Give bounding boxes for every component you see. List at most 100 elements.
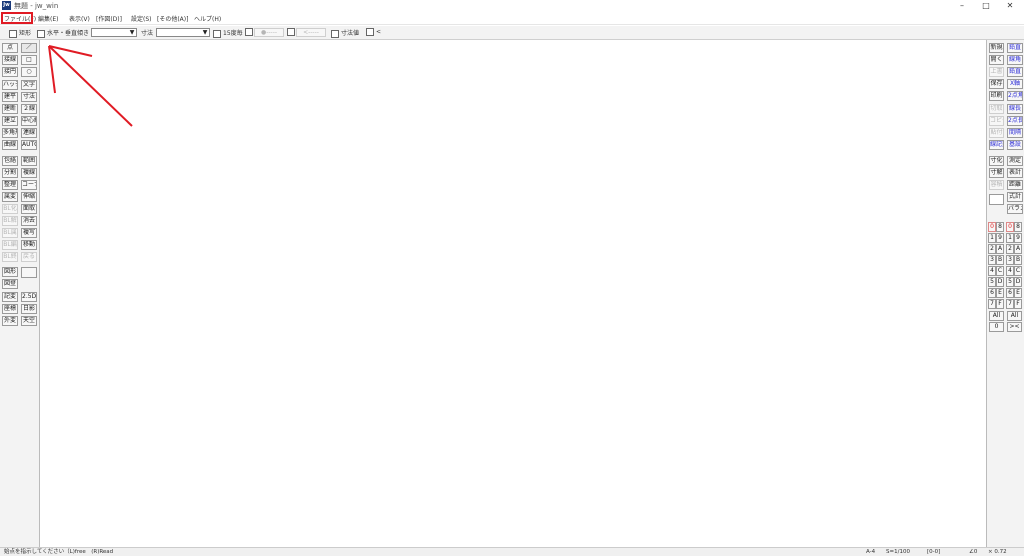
- layer-5[interactable]: 5: [1006, 277, 1014, 287]
- layer-group-1[interactable]: 1: [988, 233, 996, 243]
- dot-button[interactable]: ●-----: [254, 28, 284, 37]
- tool-offset[interactable]: 複線: [21, 168, 37, 178]
- tool-stretch[interactable]: 伸縮: [21, 192, 37, 202]
- layer-group-6[interactable]: 6: [988, 288, 996, 298]
- tool-coordinates[interactable]: 座標: [2, 304, 18, 314]
- btn-distance[interactable]: 距離: [1007, 180, 1023, 190]
- dimval-checkbox[interactable]: 寸法値: [331, 28, 359, 38]
- layer-c[interactable]: C: [1014, 266, 1022, 276]
- btn-table-calc[interactable]: 表計: [1007, 168, 1023, 178]
- btn-volume[interactable]: 容積: [989, 180, 1004, 190]
- layer-4[interactable]: 4: [1006, 266, 1014, 276]
- tool-envelope[interactable]: 包絡: [2, 156, 18, 166]
- minimize-button[interactable]: –: [950, 0, 974, 12]
- tool-connect-line[interactable]: 連線: [21, 128, 37, 138]
- btn-spacing[interactable]: 間隔: [1007, 128, 1023, 138]
- tool-hatch[interactable]: ハッチ: [2, 80, 18, 90]
- tool-range[interactable]: 範囲: [21, 156, 37, 166]
- tool-figure-register[interactable]: 図登: [2, 279, 18, 289]
- tool-curve[interactable]: 曲線: [2, 140, 18, 150]
- layer-all[interactable]: All: [1007, 311, 1022, 321]
- tool-copy[interactable]: 複写: [21, 228, 37, 238]
- tool-auto[interactable]: AUTO: [21, 140, 37, 150]
- tool-bl-end[interactable]: BL終: [2, 252, 18, 262]
- layer-group-d[interactable]: D: [996, 277, 1004, 287]
- tool-bl-release[interactable]: BL解: [2, 216, 18, 226]
- btn-2pt-length[interactable]: 2点長: [1007, 116, 1023, 126]
- layer-group-b[interactable]: B: [996, 255, 1004, 265]
- layer-b[interactable]: B: [1014, 255, 1022, 265]
- layer-f[interactable]: F: [1014, 299, 1022, 309]
- btn-parametric[interactable]: パラメ: [1007, 204, 1023, 214]
- layer-3[interactable]: 3: [1006, 255, 1014, 265]
- layer-group-zero[interactable]: 0: [989, 322, 1004, 332]
- hv-checkbox[interactable]: 水平・垂直: [37, 28, 77, 38]
- btn-formula-calc[interactable]: 式計: [1007, 192, 1023, 202]
- btn-new[interactable]: 新規: [989, 43, 1004, 53]
- layer-group-all[interactable]: All: [989, 311, 1004, 321]
- tool-chamfer[interactable]: 面取: [21, 204, 37, 214]
- menu-edit[interactable]: 編集(E): [38, 14, 58, 23]
- tool-blank[interactable]: [21, 267, 37, 278]
- layer-group-e[interactable]: E: [996, 288, 1004, 298]
- drawing-canvas[interactable]: [40, 40, 985, 547]
- btn-dim-release[interactable]: 寸解: [989, 168, 1004, 178]
- tool-tangent[interactable]: 接線: [2, 55, 18, 65]
- menu-view[interactable]: 表示(V): [69, 14, 90, 23]
- btn-overwrite[interactable]: 上書: [989, 67, 1004, 77]
- layer-1[interactable]: 1: [1006, 233, 1014, 243]
- tool-figure[interactable]: 図形: [2, 267, 18, 277]
- btn-copy[interactable]: コピー: [989, 116, 1004, 126]
- btn-dim-make[interactable]: 寸化: [989, 156, 1004, 166]
- tool-bl-attr[interactable]: BL属: [2, 228, 18, 238]
- tool-corner[interactable]: コーナー: [21, 180, 37, 190]
- layer-group-3[interactable]: 3: [988, 255, 996, 265]
- tool-rectangle[interactable]: □: [21, 55, 37, 65]
- tool-building-section[interactable]: 建断: [2, 104, 18, 114]
- btn-line-length[interactable]: 線長: [1007, 104, 1023, 114]
- tool-line[interactable]: ／: [21, 43, 37, 53]
- layer-2[interactable]: 2: [1006, 244, 1014, 254]
- layer-group-4[interactable]: 4: [988, 266, 996, 276]
- tool-divide[interactable]: 分割: [2, 168, 18, 178]
- btn-cut[interactable]: 切取: [989, 104, 1004, 114]
- layer-7[interactable]: 7: [1006, 299, 1014, 309]
- layer-group-9[interactable]: 9: [996, 233, 1004, 243]
- maximize-button[interactable]: □: [974, 0, 998, 12]
- layer-group-0[interactable]: 0: [988, 222, 996, 232]
- tool-bl-make[interactable]: BL化: [2, 204, 18, 214]
- tool-undo[interactable]: 戻る: [21, 252, 37, 262]
- dim-combo[interactable]: ▼: [156, 28, 210, 37]
- tool-tangent-circle[interactable]: 接円: [2, 67, 18, 77]
- close-button[interactable]: ✕: [998, 0, 1022, 12]
- layer-group-8[interactable]: 8: [996, 222, 1004, 232]
- tool-circle[interactable]: ○: [21, 67, 37, 77]
- tool-building-plan[interactable]: 建平: [2, 92, 18, 102]
- btn-x-axis[interactable]: X軸: [1007, 79, 1023, 89]
- tool-text[interactable]: 文字: [21, 80, 37, 90]
- layer-6[interactable]: 6: [1006, 288, 1014, 298]
- tool-center-line[interactable]: 中心線: [21, 116, 37, 126]
- layer-group-5[interactable]: 5: [988, 277, 996, 287]
- tool-2-5d[interactable]: 2.5D: [21, 292, 37, 302]
- tool-building-elev[interactable]: 建立: [2, 116, 18, 126]
- btn-save[interactable]: 保存: [989, 79, 1004, 89]
- layer-toggle[interactable]: ><: [1007, 322, 1022, 332]
- layer-8[interactable]: 8: [1014, 222, 1022, 232]
- tool-dimension[interactable]: 寸法: [21, 92, 37, 102]
- tool-point[interactable]: 点: [2, 43, 18, 53]
- menu-settings[interactable]: 設定(S): [131, 14, 152, 23]
- slope-combo[interactable]: ▼: [91, 28, 137, 37]
- tool-bl-edit[interactable]: BL編: [2, 240, 18, 250]
- tool-sky[interactable]: 天空: [21, 316, 37, 326]
- layer-d[interactable]: D: [1014, 277, 1022, 287]
- btn-paste[interactable]: 貼付: [989, 128, 1004, 138]
- btn-measure[interactable]: 測定: [1007, 156, 1023, 166]
- rect-checkbox[interactable]: 矩形: [9, 28, 31, 38]
- deg15-checkbox[interactable]: 15度毎: [213, 28, 243, 38]
- layer-group-7[interactable]: 7: [988, 299, 996, 309]
- tool-external-change[interactable]: 外変: [2, 316, 18, 326]
- btn-line-attr[interactable]: 線記変: [989, 140, 1004, 150]
- layer-e[interactable]: E: [1014, 288, 1022, 298]
- lt-checkbox[interactable]: <: [366, 28, 381, 36]
